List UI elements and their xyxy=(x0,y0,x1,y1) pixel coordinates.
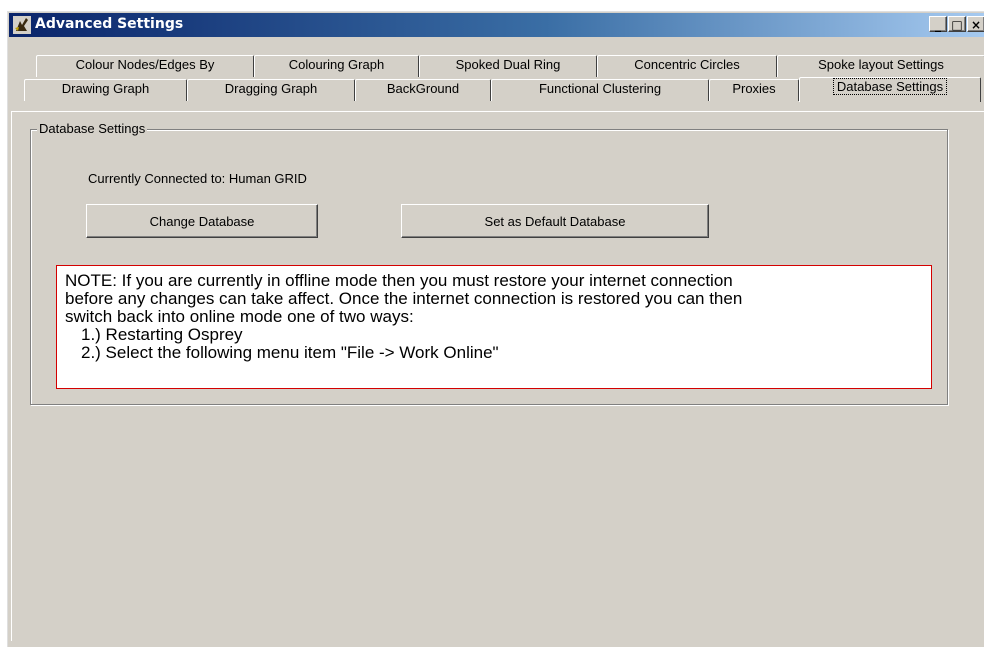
tab-label: Spoke layout Settings xyxy=(818,57,944,72)
tab-label: Database Settings xyxy=(832,78,948,95)
tab-label: Concentric Circles xyxy=(634,57,740,72)
tab-label: Spoked Dual Ring xyxy=(455,57,561,72)
tab-concentric-circles[interactable]: Concentric Circles xyxy=(597,55,777,77)
tab-label: Colour Nodes/Edges By xyxy=(75,57,215,72)
note-list-item: 2.) Select the following menu item "File… xyxy=(81,343,499,362)
tab-database-settings[interactable]: Database Settings xyxy=(799,77,981,102)
tab-dragging-graph[interactable]: Dragging Graph xyxy=(187,79,355,101)
change-database-button[interactable]: Change Database xyxy=(86,204,318,238)
tab-row-back: Colour Nodes/Edges By Colouring Graph Sp… xyxy=(7,55,984,77)
tab-drawing-graph[interactable]: Drawing Graph xyxy=(24,79,187,101)
group-title: Database Settings xyxy=(37,121,148,136)
tab-row-front: Drawing Graph Dragging Graph BackGround … xyxy=(7,77,984,102)
tab-colouring-graph[interactable]: Colouring Graph xyxy=(254,55,419,77)
tab-label: Dragging Graph xyxy=(224,81,318,96)
tab-proxies[interactable]: Proxies xyxy=(709,79,799,101)
tab-label: Proxies xyxy=(732,81,776,96)
title-bar[interactable]: Advanced Settings _ □ × xyxy=(9,13,984,37)
note-line: switch back into online mode one of two … xyxy=(65,307,414,326)
set-default-database-button[interactable]: Set as Default Database xyxy=(401,204,709,238)
tab-colour-nodes-edges-by[interactable]: Colour Nodes/Edges By xyxy=(36,55,254,77)
maximize-button[interactable]: □ xyxy=(948,16,966,32)
tab-label: Drawing Graph xyxy=(61,81,150,96)
note-line: before any changes can take affect. Once… xyxy=(65,289,743,308)
app-logo-icon xyxy=(13,16,31,34)
tab-background[interactable]: BackGround xyxy=(355,79,491,101)
window-title: Advanced Settings xyxy=(35,16,184,32)
minimize-icon: _ xyxy=(935,18,941,32)
tab-spoke-layout-settings[interactable]: Spoke layout Settings xyxy=(777,55,984,77)
tab-functional-clustering[interactable]: Functional Clustering xyxy=(491,79,709,101)
minimize-button[interactable]: _ xyxy=(929,16,947,32)
close-button[interactable]: × xyxy=(967,16,984,32)
offline-note-box: NOTE: If you are currently in offline mo… xyxy=(56,265,932,389)
maximize-icon: □ xyxy=(951,18,963,32)
tab-spoked-dual-ring[interactable]: Spoked Dual Ring xyxy=(419,55,597,77)
tab-label: BackGround xyxy=(386,81,460,96)
close-icon: × xyxy=(970,18,982,32)
tab-label: Functional Clustering xyxy=(538,81,662,96)
note-list-item: 1.) Restarting Osprey xyxy=(81,325,243,344)
connection-status-text: Currently Connected to: Human GRID xyxy=(88,171,307,186)
note-line: NOTE: If you are currently in offline mo… xyxy=(65,271,733,290)
tab-label: Colouring Graph xyxy=(288,57,385,72)
